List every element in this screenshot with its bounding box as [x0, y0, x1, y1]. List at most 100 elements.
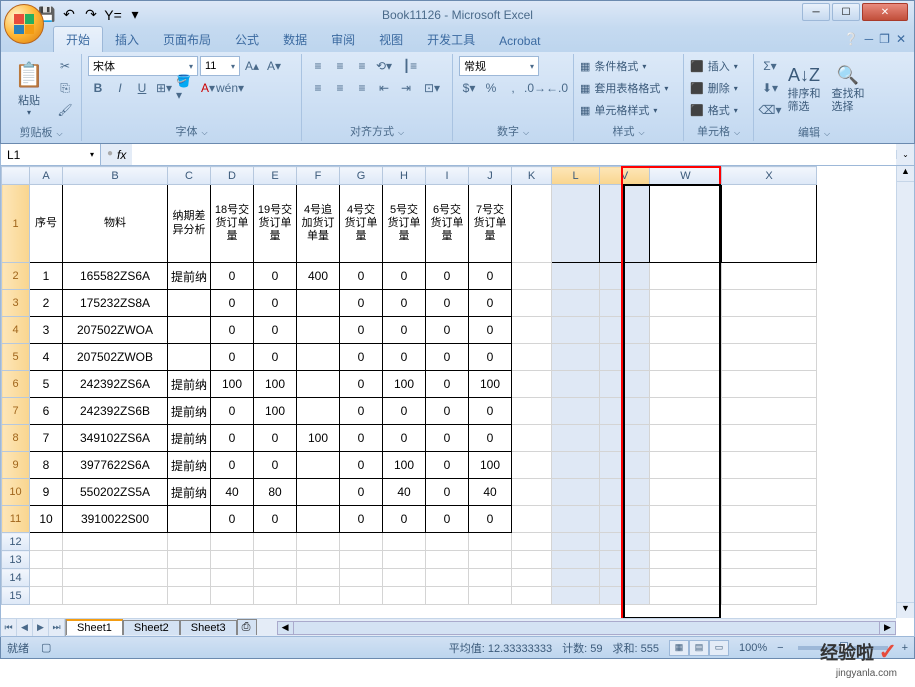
maximize-button[interactable]: ☐ [832, 3, 860, 21]
cell[interactable]: 0 [211, 344, 254, 371]
sheet-first-button[interactable]: ⏮ [1, 619, 17, 636]
cell[interactable]: 0 [211, 290, 254, 317]
cell[interactable]: 100 [383, 452, 426, 479]
align-middle-button[interactable]: ≡ [330, 56, 350, 76]
cell[interactable]: 3910022S00 [63, 506, 168, 533]
sheet-tab-2[interactable]: Sheet2 [123, 620, 180, 635]
normal-view-button[interactable]: ▦ [669, 640, 689, 656]
cell[interactable] [168, 290, 211, 317]
cell[interactable] [211, 551, 254, 569]
align-top-button[interactable]: ≡ [308, 56, 328, 76]
sheet-next-button[interactable]: ▶ [33, 619, 49, 636]
cell[interactable] [168, 551, 211, 569]
cell[interactable] [469, 587, 512, 605]
cell[interactable]: 0 [340, 506, 383, 533]
qat-customize[interactable]: ▾ [125, 5, 145, 25]
sort-filter-button[interactable]: A↓Z 排序和 筛选 [784, 56, 824, 122]
tab-home[interactable]: 开始 [53, 26, 103, 52]
cell[interactable] [30, 533, 63, 551]
cell[interactable]: 175232ZS8A [63, 290, 168, 317]
tab-view[interactable]: 视图 [367, 27, 415, 52]
format-cells-button[interactable]: ⬛格式▾ [690, 100, 738, 120]
cell[interactable]: 0 [426, 425, 469, 452]
cell[interactable] [426, 551, 469, 569]
tab-developer[interactable]: 开发工具 [415, 27, 487, 52]
cell[interactable]: 0 [340, 425, 383, 452]
col-header-F[interactable]: F [297, 167, 340, 185]
cell[interactable] [512, 587, 552, 605]
cell[interactable]: 0 [426, 452, 469, 479]
col-header-G[interactable]: G [340, 167, 383, 185]
cell[interactable]: 0 [426, 317, 469, 344]
select-all-corner[interactable] [2, 167, 30, 185]
cell[interactable]: 0 [469, 398, 512, 425]
cell[interactable] [168, 506, 211, 533]
cell[interactable]: 0 [211, 506, 254, 533]
cell[interactable]: 提前纳 [168, 452, 211, 479]
font-name-combo[interactable]: 宋体▾ [88, 56, 198, 76]
cell[interactable]: 242392ZS6B [63, 398, 168, 425]
col-header-H[interactable]: H [383, 167, 426, 185]
cell[interactable]: 9 [30, 479, 63, 506]
cell[interactable] [168, 587, 211, 605]
cell[interactable]: 提前纳 [168, 263, 211, 290]
cell[interactable] [30, 551, 63, 569]
cell[interactable] [512, 551, 552, 569]
zoom-level[interactable]: 100% [739, 642, 767, 654]
cell[interactable]: 6 [30, 398, 63, 425]
format-as-table-button[interactable]: ▦套用表格格式▾ [580, 78, 668, 98]
cut-button[interactable]: ✂ [55, 56, 75, 76]
cell[interactable] [340, 533, 383, 551]
phonetic-button[interactable]: wén▾ [220, 78, 240, 98]
cell[interactable]: 提前纳 [168, 371, 211, 398]
align-center-button[interactable]: ≡ [330, 78, 350, 98]
cell[interactable]: 0 [340, 290, 383, 317]
row-header-9[interactable]: 9 [2, 452, 30, 479]
cell[interactable]: 0 [340, 398, 383, 425]
cell[interactable] [168, 533, 211, 551]
cell[interactable]: 100 [211, 371, 254, 398]
cell[interactable] [340, 587, 383, 605]
fx-button[interactable]: fx [117, 148, 126, 162]
row-header-5[interactable]: 5 [2, 344, 30, 371]
tab-formulas[interactable]: 公式 [223, 27, 271, 52]
col-header-D[interactable]: D [211, 167, 254, 185]
increase-decimal-button[interactable]: .0→ [525, 78, 545, 98]
cell[interactable]: 0 [340, 344, 383, 371]
col-header-A[interactable]: A [30, 167, 63, 185]
formula-input[interactable] [132, 144, 896, 165]
sheet-tab-1[interactable]: Sheet1 [66, 619, 123, 635]
cell[interactable]: 40 [211, 479, 254, 506]
col-header-V[interactable]: V [600, 167, 650, 185]
cancel-formula-icon[interactable]: ● [107, 148, 113, 162]
cell[interactable]: 100 [297, 425, 340, 452]
help-icon[interactable]: ❔ [844, 32, 859, 46]
spreadsheet-grid[interactable]: ABCDEFGHIJKLVWX1序号物料纳期差异分析18号交货订单量19号交货订… [0, 166, 915, 637]
col-header-I[interactable]: I [426, 167, 469, 185]
cell[interactable]: 207502ZWOB [63, 344, 168, 371]
shrink-font-button[interactable]: A▾ [264, 56, 284, 76]
cell[interactable]: 10 [30, 506, 63, 533]
cell[interactable]: 0 [254, 425, 297, 452]
cell[interactable]: 100 [383, 371, 426, 398]
cell[interactable] [297, 506, 340, 533]
increase-indent-button[interactable]: ⇥ [396, 78, 416, 98]
cell[interactable]: 80 [254, 479, 297, 506]
cell[interactable] [383, 533, 426, 551]
orientation-button[interactable]: ⟲▾ [374, 56, 394, 76]
underline-button[interactable]: U [132, 78, 152, 98]
cell[interactable]: 100 [469, 452, 512, 479]
cell[interactable] [297, 344, 340, 371]
cell[interactable] [297, 569, 340, 587]
cell[interactable]: 207502ZWOA [63, 317, 168, 344]
decrease-decimal-button[interactable]: ←.0 [547, 78, 567, 98]
col-header-J[interactable]: J [469, 167, 512, 185]
cell[interactable]: 0 [211, 425, 254, 452]
cell[interactable]: 400 [297, 263, 340, 290]
cell[interactable]: 100 [254, 371, 297, 398]
format-painter-button[interactable]: 🖌 [55, 100, 75, 120]
tab-data[interactable]: 数据 [271, 27, 319, 52]
cell[interactable] [168, 317, 211, 344]
cell[interactable]: 0 [340, 317, 383, 344]
cell[interactable]: 0 [340, 479, 383, 506]
